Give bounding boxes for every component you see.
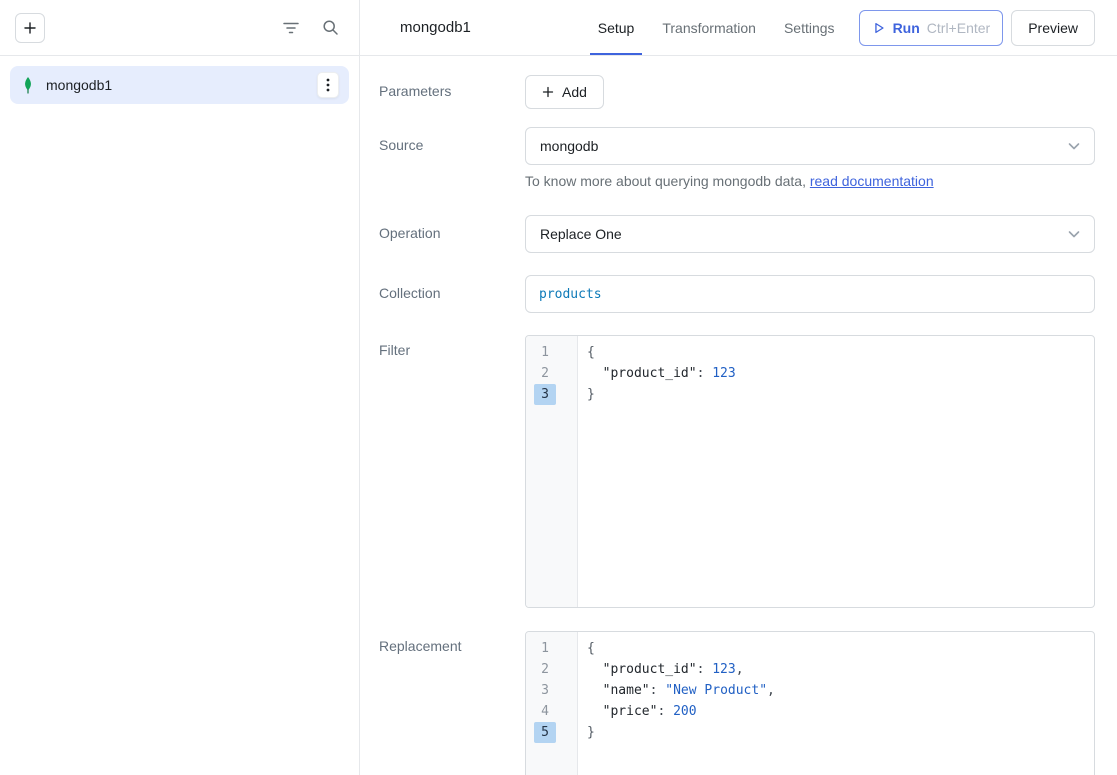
code-line: "product_id": 123: [587, 363, 1094, 384]
source-select[interactable]: mongodb: [525, 127, 1095, 165]
chevron-down-icon: [1066, 226, 1082, 242]
filter-row: Filter 123 { "product_id": 123}: [379, 335, 1095, 608]
replacement-editor-gutter: 12345: [526, 632, 578, 775]
query-header: mongodb1 Setup Transformation Settings R…: [360, 0, 1117, 56]
code-line: }: [587, 722, 1094, 743]
plus-icon: [542, 86, 554, 98]
operation-select-value: Replace One: [540, 226, 622, 242]
tab-bar: Setup Transformation Settings: [590, 0, 843, 55]
collection-row: Collection products: [379, 275, 1095, 313]
filter-editor-code[interactable]: { "product_id": 123}: [578, 336, 1094, 607]
sidebar-toolbar-icons: [282, 19, 339, 36]
run-button[interactable]: Run Ctrl+Enter: [859, 10, 1004, 46]
run-button-label: Run: [893, 20, 920, 36]
kebab-menu-icon[interactable]: [317, 72, 339, 98]
sidebar-toolbar: [0, 0, 359, 56]
filter-icon[interactable]: [282, 20, 300, 36]
add-query-button[interactable]: [15, 13, 45, 43]
mongodb-leaf-icon: [20, 76, 36, 94]
parameters-label: Parameters: [379, 75, 525, 109]
parameters-field: Add: [525, 75, 1095, 109]
replacement-label: Replacement: [379, 631, 525, 775]
preview-button[interactable]: Preview: [1011, 10, 1095, 46]
add-parameter-label: Add: [562, 84, 587, 100]
source-label: Source: [379, 127, 525, 189]
tab-transformation[interactable]: Transformation: [654, 0, 764, 55]
collection-field: products: [525, 275, 1095, 313]
tab-settings[interactable]: Settings: [776, 0, 843, 55]
collection-input[interactable]: products: [525, 275, 1095, 313]
operation-label: Operation: [379, 215, 525, 253]
setup-form: Parameters Add Source mongodb: [360, 56, 1117, 775]
line-number: 3: [534, 680, 556, 701]
replacement-code-editor[interactable]: 12345 { "product_id": 123, "name": "New …: [525, 631, 1095, 775]
query-title: mongodb1: [400, 19, 471, 36]
line-number: 3: [534, 384, 556, 405]
parameters-row: Parameters Add: [379, 75, 1095, 109]
query-list: mongodb1: [0, 56, 359, 114]
code-line: {: [587, 638, 1094, 659]
filter-field: 123 { "product_id": 123}: [525, 335, 1095, 608]
operation-row: Operation Replace One: [379, 215, 1095, 253]
code-line: }: [587, 384, 1094, 405]
collection-label: Collection: [379, 275, 525, 313]
add-parameter-button[interactable]: Add: [525, 75, 604, 109]
filter-editor-gutter: 123: [526, 336, 578, 607]
code-line: "product_id": 123,: [587, 659, 1094, 680]
app-root: mongodb1 mongodb1 Setup Transformation S…: [0, 0, 1117, 775]
code-line: "name": "New Product",: [587, 680, 1094, 701]
code-line: "price": 200: [587, 701, 1094, 722]
search-icon[interactable]: [322, 19, 339, 36]
line-number: 4: [534, 701, 556, 722]
replacement-row: Replacement 12345 { "product_id": 123, "…: [379, 631, 1095, 775]
source-helper-text: To know more about querying mongodb data…: [525, 173, 1095, 189]
query-list-item-mongodb1[interactable]: mongodb1: [10, 66, 349, 104]
operation-field: Replace One: [525, 215, 1095, 253]
main-panel: mongodb1 Setup Transformation Settings R…: [360, 0, 1117, 775]
query-sidebar: mongodb1: [0, 0, 360, 775]
source-field: mongodb To know more about querying mong…: [525, 127, 1095, 189]
filter-label: Filter: [379, 335, 525, 608]
replacement-editor-code[interactable]: { "product_id": 123, "name": "New Produc…: [578, 632, 1094, 775]
code-line: {: [587, 342, 1094, 363]
plus-icon: [23, 21, 37, 35]
replacement-field: 12345 { "product_id": 123, "name": "New …: [525, 631, 1095, 775]
operation-select[interactable]: Replace One: [525, 215, 1095, 253]
source-helper-prefix: To know more about querying mongodb data…: [525, 173, 810, 189]
read-documentation-link[interactable]: read documentation: [810, 173, 934, 189]
tab-setup[interactable]: Setup: [590, 0, 643, 55]
source-row: Source mongodb To know more about queryi…: [379, 127, 1095, 189]
query-item-label: mongodb1: [46, 77, 112, 93]
filter-code-editor[interactable]: 123 { "product_id": 123}: [525, 335, 1095, 608]
run-button-shortcut: Ctrl+Enter: [927, 20, 990, 36]
line-number: 5: [534, 722, 556, 743]
source-select-value: mongodb: [540, 138, 598, 154]
line-number: 2: [534, 659, 556, 680]
header-actions: Run Ctrl+Enter Preview: [859, 10, 1095, 46]
play-icon: [872, 21, 886, 35]
chevron-down-icon: [1066, 138, 1082, 154]
line-number: 1: [534, 342, 556, 363]
line-number: 1: [534, 638, 556, 659]
collection-input-value: products: [539, 287, 602, 302]
line-number: 2: [534, 363, 556, 384]
